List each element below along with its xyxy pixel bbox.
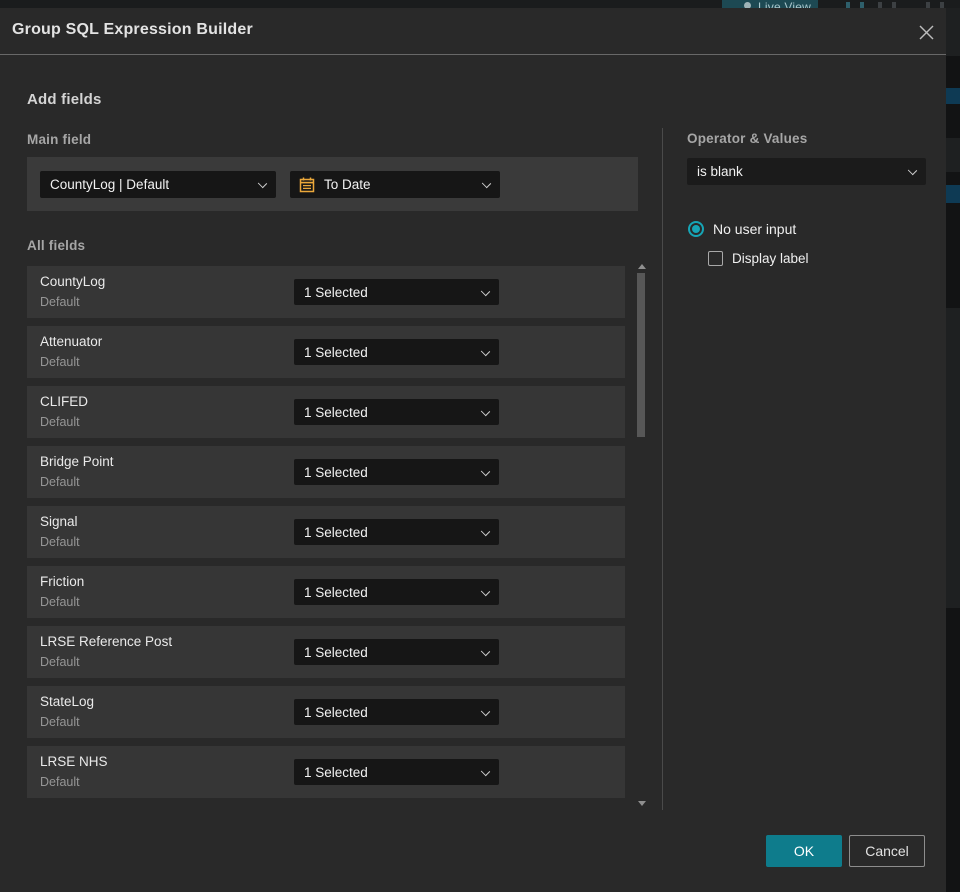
field-name: Bridge Point bbox=[40, 454, 114, 469]
all-fields-list: CountyLog Default 1 Selected Attenuator … bbox=[27, 266, 625, 806]
field-row: Attenuator Default 1 Selected bbox=[27, 326, 625, 378]
operator-dropdown[interactable]: is blank bbox=[687, 158, 926, 185]
field-selection-value: 1 Selected bbox=[304, 584, 368, 600]
main-field-panel: CountyLog | Default To Date bbox=[27, 157, 638, 211]
field-type-label: Default bbox=[40, 415, 80, 429]
all-fields-heading: All fields bbox=[27, 238, 86, 253]
field-name: CLIFED bbox=[40, 394, 89, 409]
operator-values-heading: Operator & Values bbox=[687, 131, 808, 146]
chevron-down-icon bbox=[481, 178, 492, 189]
operator-dropdown-value: is blank bbox=[697, 164, 743, 179]
main-field-dropdown-value: CountyLog | Default bbox=[50, 177, 170, 192]
field-row: LRSE Reference Post Default 1 Selected bbox=[27, 626, 625, 678]
field-type-label: Default bbox=[40, 775, 80, 789]
field-selection-value: 1 Selected bbox=[304, 644, 368, 660]
field-selection-dropdown[interactable]: 1 Selected bbox=[294, 639, 499, 665]
ok-button[interactable]: OK bbox=[766, 835, 842, 867]
field-row: CLIFED Default 1 Selected bbox=[27, 386, 625, 438]
field-selection-dropdown[interactable]: 1 Selected bbox=[294, 699, 499, 725]
display-label-label: Display label bbox=[732, 251, 809, 266]
close-icon[interactable] bbox=[914, 20, 938, 44]
field-selection-dropdown[interactable]: 1 Selected bbox=[294, 279, 499, 305]
chevron-down-icon bbox=[480, 766, 491, 777]
scroll-down-icon[interactable] bbox=[638, 801, 646, 806]
chevron-down-icon bbox=[480, 346, 491, 357]
field-selection-dropdown[interactable]: 1 Selected bbox=[294, 519, 499, 545]
background-app-top-strip: Live View bbox=[0, 0, 960, 8]
fields-scrollbar[interactable] bbox=[637, 262, 646, 808]
field-row: Signal Default 1 Selected bbox=[27, 506, 625, 558]
field-row: LRSE NHS Default 1 Selected bbox=[27, 746, 625, 798]
date-field-dropdown-value: To Date bbox=[324, 177, 371, 192]
radio-selected-icon bbox=[688, 221, 704, 237]
field-selection-value: 1 Selected bbox=[304, 464, 368, 480]
field-selection-dropdown[interactable]: 1 Selected bbox=[294, 759, 499, 785]
field-type-label: Default bbox=[40, 595, 80, 609]
checkbox-unchecked-icon bbox=[708, 251, 723, 266]
field-row: CountyLog Default 1 Selected bbox=[27, 266, 625, 318]
field-row: StateLog Default 1 Selected bbox=[27, 686, 625, 738]
field-type-label: Default bbox=[40, 295, 80, 309]
field-name: Signal bbox=[40, 514, 78, 529]
live-view-button[interactable]: Live View bbox=[722, 0, 818, 8]
field-name: StateLog bbox=[40, 694, 95, 709]
display-label-checkbox[interactable]: Display label bbox=[708, 251, 809, 266]
chevron-down-icon bbox=[480, 526, 491, 537]
field-type-label: Default bbox=[40, 655, 80, 669]
field-selection-dropdown[interactable]: 1 Selected bbox=[294, 399, 499, 425]
field-selection-value: 1 Selected bbox=[304, 344, 368, 360]
chevron-down-icon bbox=[257, 178, 268, 189]
no-user-input-label: No user input bbox=[713, 221, 797, 237]
panel-divider bbox=[662, 128, 663, 810]
dialog-title: Group SQL Expression Builder bbox=[12, 21, 253, 38]
live-view-label: Live View bbox=[758, 0, 811, 8]
field-selection-dropdown[interactable]: 1 Selected bbox=[294, 579, 499, 605]
field-type-label: Default bbox=[40, 715, 80, 729]
main-field-heading: Main field bbox=[27, 132, 92, 147]
field-type-label: Default bbox=[40, 535, 80, 549]
field-selection-value: 1 Selected bbox=[304, 284, 368, 300]
field-name: Attenuator bbox=[40, 334, 103, 349]
chevron-down-icon bbox=[480, 706, 491, 717]
field-name: CountyLog bbox=[40, 274, 106, 289]
field-name: Friction bbox=[40, 574, 85, 589]
scrollbar-thumb[interactable] bbox=[637, 273, 645, 437]
cancel-button[interactable]: Cancel bbox=[849, 835, 925, 867]
date-field-dropdown[interactable]: To Date bbox=[290, 171, 500, 198]
chevron-down-icon bbox=[480, 406, 491, 417]
chevron-down-icon bbox=[480, 586, 491, 597]
field-selection-value: 1 Selected bbox=[304, 404, 368, 420]
chevron-down-icon bbox=[907, 165, 918, 176]
calendar-icon bbox=[299, 177, 315, 192]
field-name: LRSE NHS bbox=[40, 754, 108, 769]
no-user-input-radio[interactable]: No user input bbox=[688, 221, 796, 237]
dialog-titlebar: Group SQL Expression Builder bbox=[0, 8, 946, 55]
background-app-right-strip bbox=[946, 8, 960, 892]
chevron-down-icon bbox=[480, 286, 491, 297]
field-type-label: Default bbox=[40, 355, 80, 369]
field-name: LRSE Reference Post bbox=[40, 634, 173, 649]
add-fields-heading: Add fields bbox=[27, 91, 102, 108]
field-selection-value: 1 Selected bbox=[304, 764, 368, 780]
field-type-label: Default bbox=[40, 475, 80, 489]
field-selection-dropdown[interactable]: 1 Selected bbox=[294, 459, 499, 485]
field-selection-dropdown[interactable]: 1 Selected bbox=[294, 339, 499, 365]
field-row: Friction Default 1 Selected bbox=[27, 566, 625, 618]
field-row: Bridge Point Default 1 Selected bbox=[27, 446, 625, 498]
field-selection-value: 1 Selected bbox=[304, 704, 368, 720]
chevron-down-icon bbox=[480, 646, 491, 657]
scroll-up-icon[interactable] bbox=[638, 264, 646, 269]
chevron-down-icon bbox=[480, 466, 491, 477]
main-field-dropdown[interactable]: CountyLog | Default bbox=[40, 171, 276, 198]
field-selection-value: 1 Selected bbox=[304, 524, 368, 540]
group-sql-expression-builder-dialog: Group SQL Expression Builder Add fields … bbox=[0, 8, 946, 892]
